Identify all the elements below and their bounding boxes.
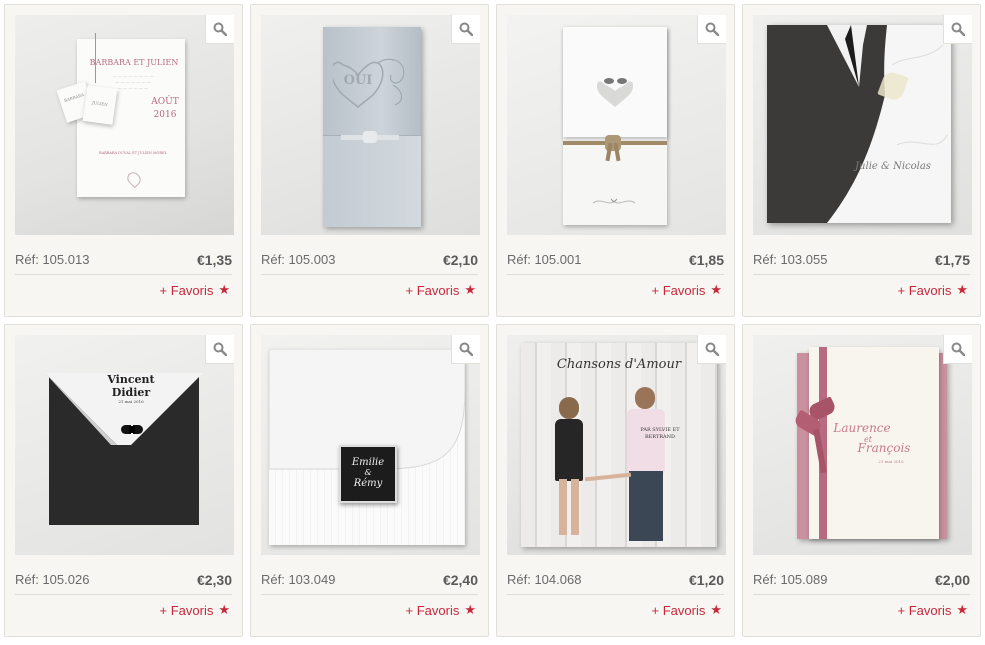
star-icon: ★	[218, 282, 230, 297]
star-icon: ★	[464, 282, 476, 297]
product-grid: BARBARA ET JULIEN — — — — — — — — — — — —…	[4, 4, 981, 637]
magnifier-icon	[459, 342, 473, 356]
zoom-button[interactable]	[943, 15, 972, 44]
product-price: €1,85	[688, 251, 724, 268]
add-favorite-button[interactable]: + Favoris ★	[652, 282, 722, 298]
product-price: €2,00	[934, 571, 970, 588]
zoom-button[interactable]	[697, 15, 726, 44]
invite-name-1: Emilie	[351, 457, 385, 468]
product-info: Réf: 103.055 €1,75 + Favoris ★	[753, 245, 970, 305]
ornament-icon	[592, 198, 636, 204]
product-card[interactable]: Vincent Didier 21 mai 2016 Réf: 105.026 …	[4, 324, 243, 637]
product-price: €2,30	[196, 571, 232, 588]
product-reference: Réf: 105.089	[753, 572, 828, 587]
product-reference: Réf: 105.013	[15, 252, 90, 267]
product-reference: Réf: 103.049	[261, 572, 336, 587]
magnifier-icon	[459, 22, 473, 36]
product-image[interactable]: Chansons d'Amour PAR SYLVIE ET BERTRAND	[507, 335, 726, 555]
product-image[interactable]: OUI	[261, 15, 480, 235]
product-card[interactable]: Réf: 105.001 €1,85 + Favoris ★	[496, 4, 735, 317]
product-card[interactable]: BARBARA ET JULIEN — — — — — — — — — — — —…	[4, 4, 243, 317]
add-favorite-button[interactable]: + Favoris ★	[652, 602, 722, 618]
product-image[interactable]	[507, 15, 726, 235]
zoom-button[interactable]	[451, 15, 480, 44]
product-price: €1,20	[688, 571, 724, 588]
product-card[interactable]: OUI Réf: 105.003 €2,10 + Favoris ★	[250, 4, 489, 317]
magnifier-icon	[213, 342, 227, 356]
product-info: Réf: 105.013 €1,35 + Favoris ★	[15, 245, 232, 305]
invite-couple: BARBARA DUVAL ET JULIEN MOREL	[99, 151, 167, 155]
product-info: Réf: 105.026 €2,30 + Favoris ★	[15, 565, 232, 625]
product-image[interactable]: Julie & Nicolas	[753, 15, 972, 235]
magnifier-icon	[705, 342, 719, 356]
magnifier-icon	[951, 22, 965, 36]
star-icon: ★	[218, 602, 230, 617]
invite-title: Chansons d'Amour	[556, 357, 682, 372]
star-icon: ★	[710, 282, 722, 297]
invite-word: OUI	[343, 73, 373, 88]
product-reference: Réf: 105.003	[261, 252, 336, 267]
invite-name-2: Didier	[111, 386, 151, 399]
product-card[interactable]: Laurence et François 21 mai 2016 Réf: 10…	[742, 324, 981, 637]
product-card[interactable]: Emilie & Rémy Réf: 103.049 €2,40 + Favor…	[250, 324, 489, 637]
invite-name-2: François	[857, 441, 911, 455]
star-icon: ★	[464, 602, 476, 617]
add-favorite-button[interactable]: + Favoris ★	[406, 602, 476, 618]
invite-date: 21 mai 2016	[878, 459, 904, 464]
product-image[interactable]: BARBARA ET JULIEN — — — — — — — — — — — —…	[15, 15, 234, 235]
product-info: Réf: 103.049 €2,40 + Favoris ★	[261, 565, 478, 625]
product-price: €1,75	[934, 251, 970, 268]
product-price: €1,35	[196, 251, 232, 268]
invite-month: AOÛT	[151, 97, 179, 107]
product-reference: Réf: 104.068	[507, 572, 582, 587]
star-icon: ★	[710, 602, 722, 617]
zoom-button[interactable]	[205, 15, 234, 44]
magnifier-icon	[213, 22, 227, 36]
product-image[interactable]: Laurence et François 21 mai 2016	[753, 335, 972, 555]
product-info: Réf: 105.003 €2,10 + Favoris ★	[261, 245, 478, 305]
magnifier-icon	[705, 22, 719, 36]
product-card[interactable]: Julie & Nicolas Réf: 103.055 €1,75 + Fav…	[742, 4, 981, 317]
product-info: Réf: 105.089 €2,00 + Favoris ★	[753, 565, 970, 625]
invite-amp: &	[364, 468, 372, 477]
product-info: Réf: 105.001 €1,85 + Favoris ★	[507, 245, 724, 305]
add-favorite-button[interactable]: + Favoris ★	[406, 282, 476, 298]
star-icon: ★	[956, 602, 968, 617]
product-price: €2,10	[442, 251, 478, 268]
dress-card-illustration	[827, 25, 951, 223]
product-reference: Réf: 105.001	[507, 252, 582, 267]
zoom-button[interactable]	[451, 335, 480, 364]
magnifier-icon	[951, 342, 965, 356]
add-favorite-button[interactable]: + Favoris ★	[160, 282, 230, 298]
invite-byline: PAR SYLVIE ET BERTRAND	[640, 427, 680, 440]
product-image[interactable]: Vincent Didier 21 mai 2016	[15, 335, 234, 555]
product-image[interactable]: Emilie & Rémy	[261, 335, 480, 555]
invite-name-2: Rémy	[353, 478, 383, 489]
star-icon: ★	[956, 282, 968, 297]
add-favorite-button[interactable]: + Favoris ★	[898, 602, 968, 618]
invite-year: 2016	[153, 110, 177, 120]
zoom-button[interactable]	[943, 335, 972, 364]
invite-names: Julie & Nicolas	[855, 161, 931, 172]
invite-date: 21 mai 2016	[118, 399, 144, 404]
add-favorite-button[interactable]: + Favoris ★	[160, 602, 230, 618]
product-price: €2,40	[442, 571, 478, 588]
invite-name-1: Vincent	[107, 373, 155, 386]
zoom-button[interactable]	[205, 335, 234, 364]
invite-name-1: Laurence	[833, 421, 891, 435]
product-info: Réf: 104.068 €1,20 + Favoris ★	[507, 565, 724, 625]
product-reference: Réf: 105.026	[15, 572, 90, 587]
product-card[interactable]: Chansons d'Amour PAR SYLVIE ET BERTRAND …	[496, 324, 735, 637]
invite-names: BARBARA ET JULIEN	[89, 58, 179, 67]
zoom-button[interactable]	[697, 335, 726, 364]
heart-birds-icon	[597, 78, 633, 107]
add-favorite-button[interactable]: + Favoris ★	[898, 282, 968, 298]
product-reference: Réf: 103.055	[753, 252, 828, 267]
